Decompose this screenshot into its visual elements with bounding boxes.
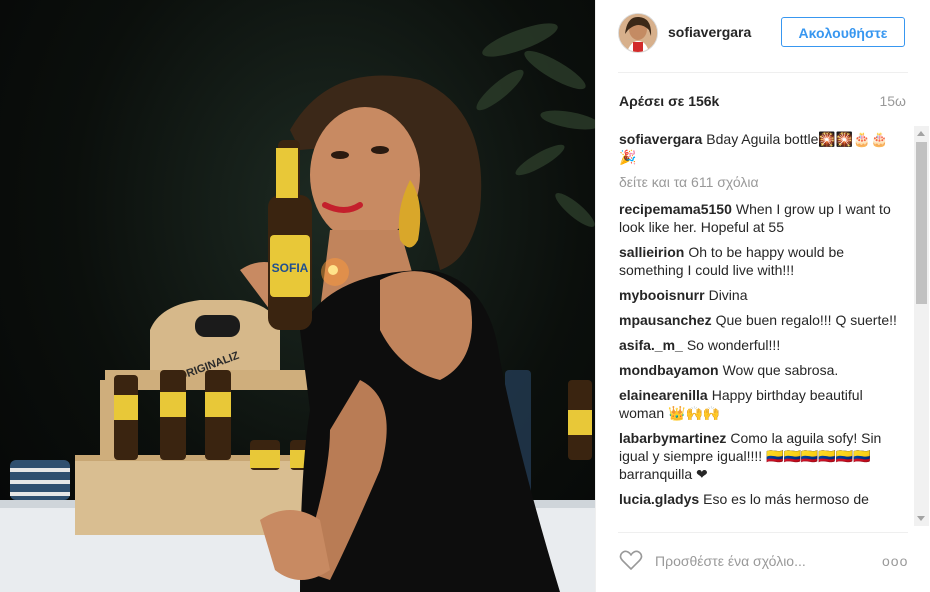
comment-list: sofiavergara Bday Aguila bottle🎇🎇🎂🎂 🎉 δεί… <box>619 130 906 522</box>
comment-username[interactable]: asifa._m_ <box>619 337 683 353</box>
comment-text: Eso es lo más hermoso de <box>703 491 869 507</box>
comment-footer: ooo <box>596 535 930 592</box>
list-item: mpausanchez Que buen regalo!!! Q suerte!! <box>619 311 906 329</box>
list-item: labarbymartinez Como la aguila sofy! Sin … <box>619 429 906 483</box>
caption: sofiavergara Bday Aguila bottle🎇🎇🎂🎂 🎉 <box>619 130 906 166</box>
comment-username[interactable]: elainearenilla <box>619 387 708 403</box>
list-item: elainearenilla Happy birthday beautiful w… <box>619 386 906 422</box>
heart-icon[interactable] <box>619 549 643 571</box>
list-item: sallieirion Oh to be happy would be somet… <box>619 243 906 279</box>
post-header: sofiavergara Ακολουθήστε <box>596 0 930 72</box>
comment-username[interactable]: mondbayamon <box>619 362 719 378</box>
scroll-up-arrow-icon[interactable] <box>917 131 925 136</box>
list-item: lucia.gladys Eso es lo más hermoso de <box>619 490 906 508</box>
comment-username[interactable]: mybooisnurr <box>619 287 705 303</box>
scroll-thumb[interactable] <box>916 142 927 304</box>
comment-text: Divina <box>708 287 748 303</box>
comments-scrollbar[interactable] <box>914 126 929 526</box>
list-item: mybooisnurr Divina <box>619 286 906 304</box>
like-count[interactable]: Αρέσει σε 156k <box>619 93 719 109</box>
post-username[interactable]: sofiavergara <box>668 24 751 40</box>
comment-text: So wonderful!!! <box>686 337 781 353</box>
caption-username[interactable]: sofiavergara <box>619 131 702 147</box>
photo-illustration: ORIGINALIZ SOFIA <box>0 23 595 592</box>
comment-username[interactable]: mpausanchez <box>619 312 712 328</box>
avatar[interactable] <box>618 13 658 53</box>
post-timestamp[interactable]: 15ω <box>879 93 906 109</box>
add-comment-input[interactable] <box>653 547 867 575</box>
more-options-icon[interactable]: ooo <box>882 553 908 569</box>
bottle-label: SOFIA <box>272 261 309 275</box>
list-item: recipemama5150 When I grow up I want to l… <box>619 200 906 236</box>
list-item: mondbayamon Wow que sabrosa. <box>619 361 906 379</box>
comment-username[interactable]: lucia.gladys <box>619 491 699 507</box>
view-all-comments-link[interactable]: δείτε και τα 611 σχόλια <box>619 173 906 191</box>
comment-username[interactable]: labarbymartinez <box>619 430 726 446</box>
follow-button[interactable]: Ακολουθήστε <box>781 17 905 47</box>
footer-divider <box>618 532 908 533</box>
scroll-down-arrow-icon[interactable] <box>917 516 925 521</box>
list-item: asifa._m_ So wonderful!!! <box>619 336 906 354</box>
comment-text: Que buen regalo!!! Q suerte!! <box>715 312 897 328</box>
comment-username[interactable]: recipemama5150 <box>619 201 732 217</box>
comment-username[interactable]: sallieirion <box>619 244 684 260</box>
post-photo[interactable]: ORIGINALIZ SOFIA <box>0 0 595 592</box>
post-side-panel: sofiavergara Ακολουθήστε Αρέσει σε 156k … <box>595 0 930 592</box>
comment-text: Wow que sabrosa. <box>722 362 839 378</box>
avatar-image <box>619 14 657 52</box>
header-divider <box>618 72 908 73</box>
